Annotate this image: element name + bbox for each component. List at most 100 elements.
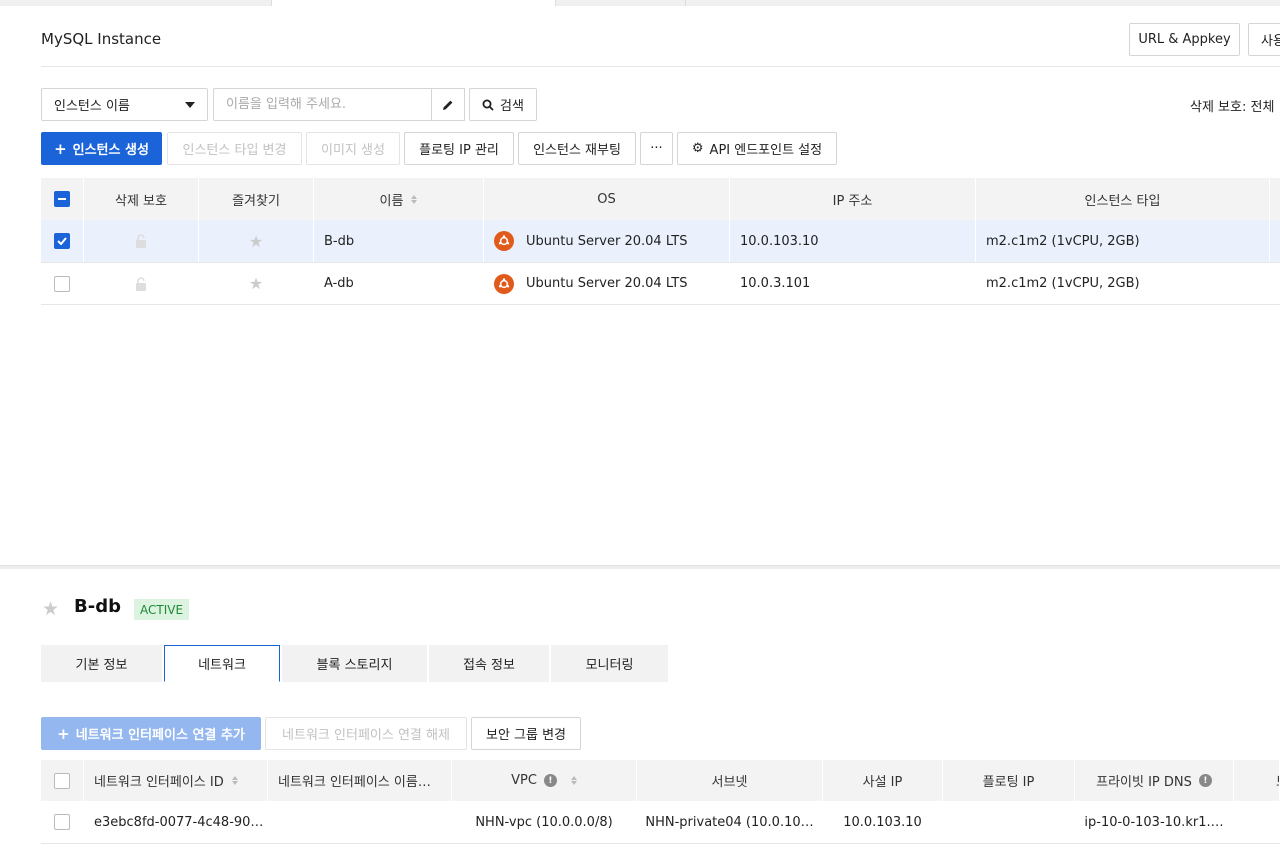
header-divider [41, 66, 1280, 67]
minus-icon [58, 198, 66, 200]
col-ip[interactable]: IP 주소 [730, 178, 976, 220]
sort-icon[interactable] [411, 194, 418, 204]
os-name: Ubuntu Server 20.04 LTS [526, 233, 688, 249]
instance-name[interactable]: A-db [314, 263, 484, 304]
instance-type-cell: m2.c1m2 (1vCPU, 2GB) [976, 220, 1270, 262]
create-instance-button[interactable]: + 인스턴스 생성 [41, 132, 162, 165]
sort-icon[interactable] [570, 776, 577, 785]
os-cell: Ubuntu Server 20.04 LTS [484, 263, 730, 304]
table-row[interactable]: ★ B-db Ubuntu Server 20.04 LTS 10.0.103.… [41, 220, 1280, 263]
ubuntu-icon [494, 273, 514, 294]
col-subnet[interactable]: 서브넷 [637, 760, 823, 801]
top-tab-segment[interactable] [556, 0, 686, 6]
col-private-dns[interactable]: 프라이빗 IP DNS ! [1075, 760, 1234, 801]
row-checkbox[interactable] [54, 814, 70, 830]
row-checkbox[interactable] [54, 233, 70, 249]
top-tab-strip [0, 0, 1280, 6]
search-field-value: 인스턴스 이름 [54, 99, 130, 114]
plus-icon: + [57, 724, 70, 743]
info-icon[interactable]: ! [543, 774, 557, 787]
col-floating-ip[interactable]: 플로팅 IP [943, 760, 1075, 801]
add-interface-button[interactable]: + 네트워크 인터페이스 연결 추가 [41, 717, 261, 750]
col-vpc[interactable]: VPC ! [452, 760, 637, 801]
col-security-group[interactable]: 보 [1234, 760, 1280, 801]
subnet-cell: NHN-private04 (10.0.10… [637, 801, 823, 843]
search-button[interactable]: 검색 [469, 88, 537, 121]
more-button[interactable]: ··· [640, 132, 673, 165]
table-row[interactable]: e3ebc8fd-0077-4c48-90… NHN-vpc (10.0.0.0… [41, 801, 1280, 844]
col-os[interactable]: OS [484, 178, 730, 220]
info-icon[interactable]: ! [1198, 774, 1212, 787]
select-all-cell [41, 178, 84, 220]
search-field-select[interactable]: 인스턴스 이름 [41, 88, 208, 121]
col-private-ip[interactable]: 사설 IP [823, 760, 943, 801]
table-row[interactable]: ★ A-db Ubuntu Server 20.04 LTS 10.0.3.10… [41, 263, 1280, 305]
star-icon[interactable]: ★ [42, 598, 59, 620]
star-icon[interactable]: ★ [249, 232, 263, 251]
top-tab-segment-active[interactable] [272, 0, 556, 6]
unlock-icon[interactable] [135, 276, 147, 291]
api-endpoint-button[interactable]: ⚙ API 엔드포인트 설정 [677, 132, 837, 165]
col-interface-id[interactable]: 네트워크 인터페이스 ID [84, 760, 268, 801]
private-ip-cell: 10.0.103.10 [823, 801, 943, 843]
tab-monitoring[interactable]: 모니터링 [551, 645, 668, 682]
delete-protect-filter[interactable]: 삭제 보호: 전체 [1190, 96, 1274, 115]
select-all-cell [41, 760, 84, 801]
floating-ip-button[interactable]: 플로팅 IP 관리 [404, 132, 514, 165]
star-icon[interactable]: ★ [249, 274, 263, 293]
create-instance-label: 인스턴스 생성 [72, 143, 149, 158]
instance-name[interactable]: B-db [314, 220, 484, 262]
change-instance-type-button[interactable]: 인스턴스 타입 변경 [167, 132, 302, 165]
detail-instance-name: B-db [74, 596, 121, 617]
change-security-group-button[interactable]: 보안 그룹 변경 [471, 717, 581, 750]
create-image-button[interactable]: 이미지 생성 [306, 132, 400, 165]
ubuntu-icon [494, 231, 514, 251]
unlock-icon[interactable] [135, 234, 147, 248]
col-delete-protect[interactable]: 삭제 보호 [84, 178, 199, 220]
col-favorite[interactable]: 즐겨찾기 [199, 178, 314, 220]
row-select-cell [41, 263, 84, 304]
interface-id[interactable]: e3ebc8fd-0077-4c48-90… [84, 801, 268, 843]
col-interface-name[interactable]: 네트워크 인터페이스 이름… [268, 760, 452, 801]
status-badge: ACTIVE [134, 599, 190, 620]
add-interface-label: 네트워크 인터페이스 연결 추가 [75, 728, 245, 743]
tab-basic-info[interactable]: 기본 정보 [41, 645, 162, 682]
tab-network[interactable]: 네트워크 [164, 645, 280, 682]
edit-button[interactable] [431, 88, 465, 121]
chevron-down-icon [185, 101, 195, 108]
col-name[interactable]: 이름 [314, 178, 484, 220]
user-guide-button[interactable]: 사용 [1248, 23, 1280, 56]
col-name-label: 이름 [379, 193, 404, 209]
col-instance-type[interactable]: 인스턴스 타입 [976, 178, 1270, 220]
row-select-cell [41, 801, 84, 843]
select-all-checkbox[interactable] [54, 772, 70, 789]
pane-resize-handle[interactable] [0, 565, 1280, 569]
col-vpc-label: VPC [511, 773, 537, 788]
favorite-cell: ★ [199, 220, 314, 262]
tab-connection-info[interactable]: 접속 정보 [429, 645, 549, 682]
instance-type-cell: m2.c1m2 (1vCPU, 2GB) [976, 263, 1270, 304]
pencil-icon [443, 100, 453, 110]
sort-icon[interactable] [231, 776, 238, 785]
delete-protect-cell [84, 220, 199, 262]
col-interface-id-label: 네트워크 인터페이스 ID [94, 775, 224, 790]
api-endpoint-label: API 엔드포인트 설정 [709, 143, 823, 158]
os-cell: Ubuntu Server 20.04 LTS [484, 220, 730, 262]
floating-ip-cell [943, 801, 1075, 843]
gear-icon: ⚙ [691, 141, 704, 156]
table-header: 네트워크 인터페이스 ID 네트워크 인터페이스 이름… VPC ! 서브넷 사… [41, 760, 1280, 801]
instance-table: 삭제 보호 즐겨찾기 이름 OS IP 주소 인스턴스 타입 ★ B-db Ub… [41, 178, 1280, 305]
ip-cell: 10.0.3.101 [730, 263, 976, 304]
select-all-checkbox[interactable] [54, 191, 70, 207]
remove-interface-button[interactable]: 네트워크 인터페이스 연결 해제 [265, 717, 467, 750]
row-checkbox[interactable] [54, 275, 70, 292]
top-tab-segment[interactable] [0, 0, 272, 6]
favorite-cell: ★ [199, 263, 314, 304]
tab-block-storage[interactable]: 블록 스토리지 [282, 645, 427, 682]
row-select-cell [41, 220, 84, 262]
search-input[interactable] [213, 88, 431, 121]
delete-protect-cell [84, 263, 199, 304]
reboot-instance-button[interactable]: 인스턴스 재부팅 [518, 132, 636, 165]
url-appkey-button[interactable]: URL & Appkey [1129, 23, 1240, 56]
os-name: Ubuntu Server 20.04 LTS [526, 276, 688, 291]
